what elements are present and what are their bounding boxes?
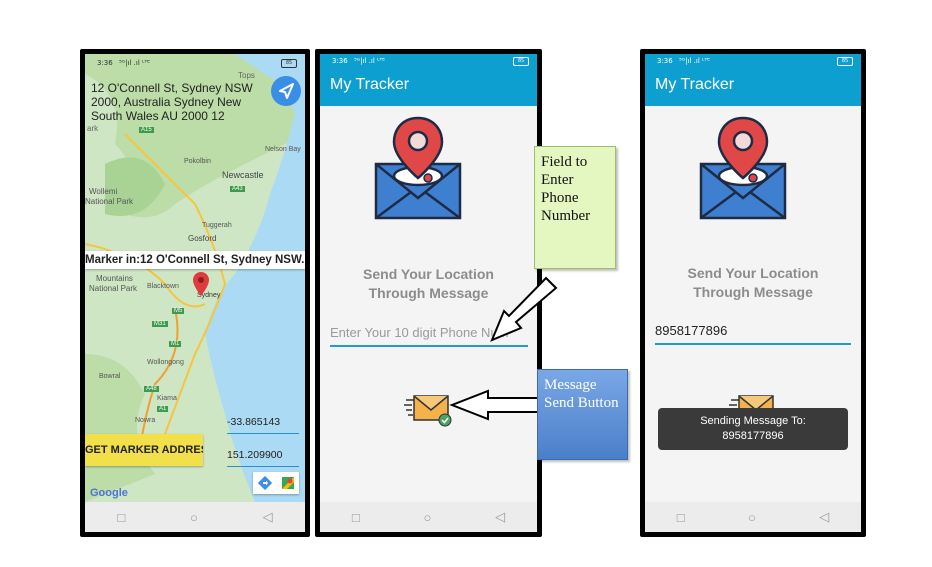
app-bar: 3:36 ⁵ᴳ|ıl .ıl ᴸᵀᴱ 85 My Tracker: [645, 54, 861, 106]
arrow-to-phone-field: [490, 276, 558, 342]
toast-line-1: Sending Message To:: [700, 415, 806, 427]
location-envelope-icon: [699, 116, 787, 220]
signal-icon: ⁵ᴳ|ıl .ıl ᴸᵀᴱ: [678, 57, 710, 65]
arrow-to-send-button: [449, 389, 539, 421]
tracker-screen: 3:36 ⁵ᴳ|ıl .ıl ᴸᵀᴱ 85 My Tracker Send Yo…: [645, 54, 861, 532]
send-button-callout: Message Send Button: [537, 369, 628, 460]
heading-line-1: Send Your Location: [687, 265, 819, 281]
phone-field-callout: Field to Enter Phone Number: [534, 146, 616, 269]
status-time: 3:36: [657, 57, 673, 65]
back-button[interactable]: ◁: [819, 509, 829, 525]
heading-line-2: Through Message: [693, 284, 813, 300]
phone-number-value: 8958177896: [655, 323, 728, 338]
toast-line-2: 8958177896: [722, 430, 784, 442]
phone-number-input[interactable]: 8958177896: [655, 322, 851, 345]
android-nav-bar: □ ○ ◁: [645, 502, 861, 532]
heading: Send Your Location Through Message: [645, 264, 861, 302]
battery-icon: 85: [837, 57, 853, 66]
phone-sending-screen: 3:36 ⁵ᴳ|ıl .ıl ᴸᵀᴱ 85 My Tracker Send Yo…: [640, 49, 866, 537]
status-bar: 3:36 ⁵ᴳ|ıl .ıl ᴸᵀᴱ 85: [645, 54, 861, 68]
recents-button[interactable]: □: [677, 510, 685, 525]
app-title: My Tracker: [655, 76, 735, 93]
home-button[interactable]: ○: [748, 510, 756, 525]
sending-toast: Sending Message To: 8958177896: [658, 408, 848, 450]
